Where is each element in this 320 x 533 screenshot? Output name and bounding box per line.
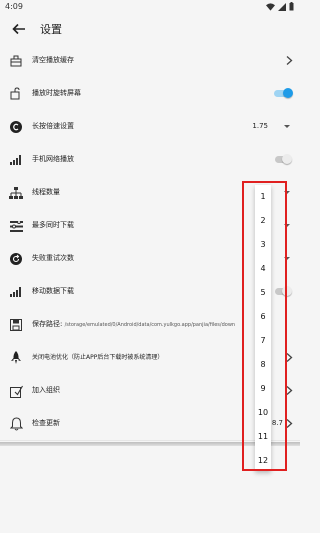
rotate-lock-icon <box>8 86 24 102</box>
cell-signal-icon <box>278 2 286 11</box>
setting-label: 移动数据下载 <box>32 287 74 295</box>
join-icon <box>8 383 24 399</box>
dropdown-highlight-box <box>242 181 287 471</box>
toggle-knob <box>283 88 293 98</box>
battery-icon <box>289 2 294 11</box>
sitemap-icon <box>8 185 24 201</box>
setting-label: 清空播放缓存 <box>32 56 74 64</box>
list-settings-icon <box>8 218 24 234</box>
retry-icon <box>8 251 24 267</box>
arrow-back-icon[interactable] <box>10 20 28 38</box>
setting-label: 保存路径: /storage/emulated/0/Android/data/c… <box>32 308 235 341</box>
app-bar: 设置 <box>0 14 300 44</box>
chevron-down-icon <box>284 125 290 128</box>
setting-mobile-network[interactable]: 手机网络播放 <box>0 143 300 177</box>
setting-clear-cache[interactable]: 清空播放缓存 <box>0 44 300 78</box>
setting-value: 1.75 <box>252 122 268 130</box>
save-icon <box>8 317 24 333</box>
setting-label: 线程数量 <box>32 188 60 196</box>
signal-bars-icon <box>8 152 24 168</box>
setting-long-press-speed[interactable]: 长按倍速设置 1.75 <box>0 110 300 144</box>
wifi-icon <box>266 2 275 11</box>
toggle-knob <box>282 154 292 164</box>
chevron-right-icon <box>286 56 293 65</box>
setting-label: 最多同时下载 <box>32 221 74 229</box>
setting-label: 失败重试次数 <box>32 254 74 262</box>
setting-label: 手机网络播放 <box>32 155 74 163</box>
setting-label: 关闭电池优化（防止APP后台下载时被系统清理） <box>32 354 164 361</box>
speed-icon <box>8 119 24 135</box>
setting-label: 长按倍速设置 <box>32 122 74 130</box>
save-path-value: /storage/emulated/0/Android/data/com.yul… <box>64 322 236 328</box>
status-time: 4:09 <box>5 2 23 11</box>
broom-icon <box>8 53 24 69</box>
page-title: 设置 <box>40 23 62 36</box>
save-path-label: 保存路径: <box>32 320 63 328</box>
setting-label: 检查更新 <box>32 419 60 427</box>
status-icons <box>266 1 294 12</box>
setting-rotate[interactable]: 播放时旋转屏幕 <box>0 77 300 111</box>
status-bar: 4:09 <box>0 0 300 14</box>
signal-bars-icon <box>8 284 24 300</box>
setting-label: 播放时旋转屏幕 <box>32 89 81 97</box>
rotate-toggle[interactable] <box>274 88 293 98</box>
bell-icon <box>8 416 24 432</box>
setting-label: 加入组织 <box>32 386 60 394</box>
mobile-network-toggle[interactable] <box>274 154 292 164</box>
rocket-icon <box>8 350 24 366</box>
